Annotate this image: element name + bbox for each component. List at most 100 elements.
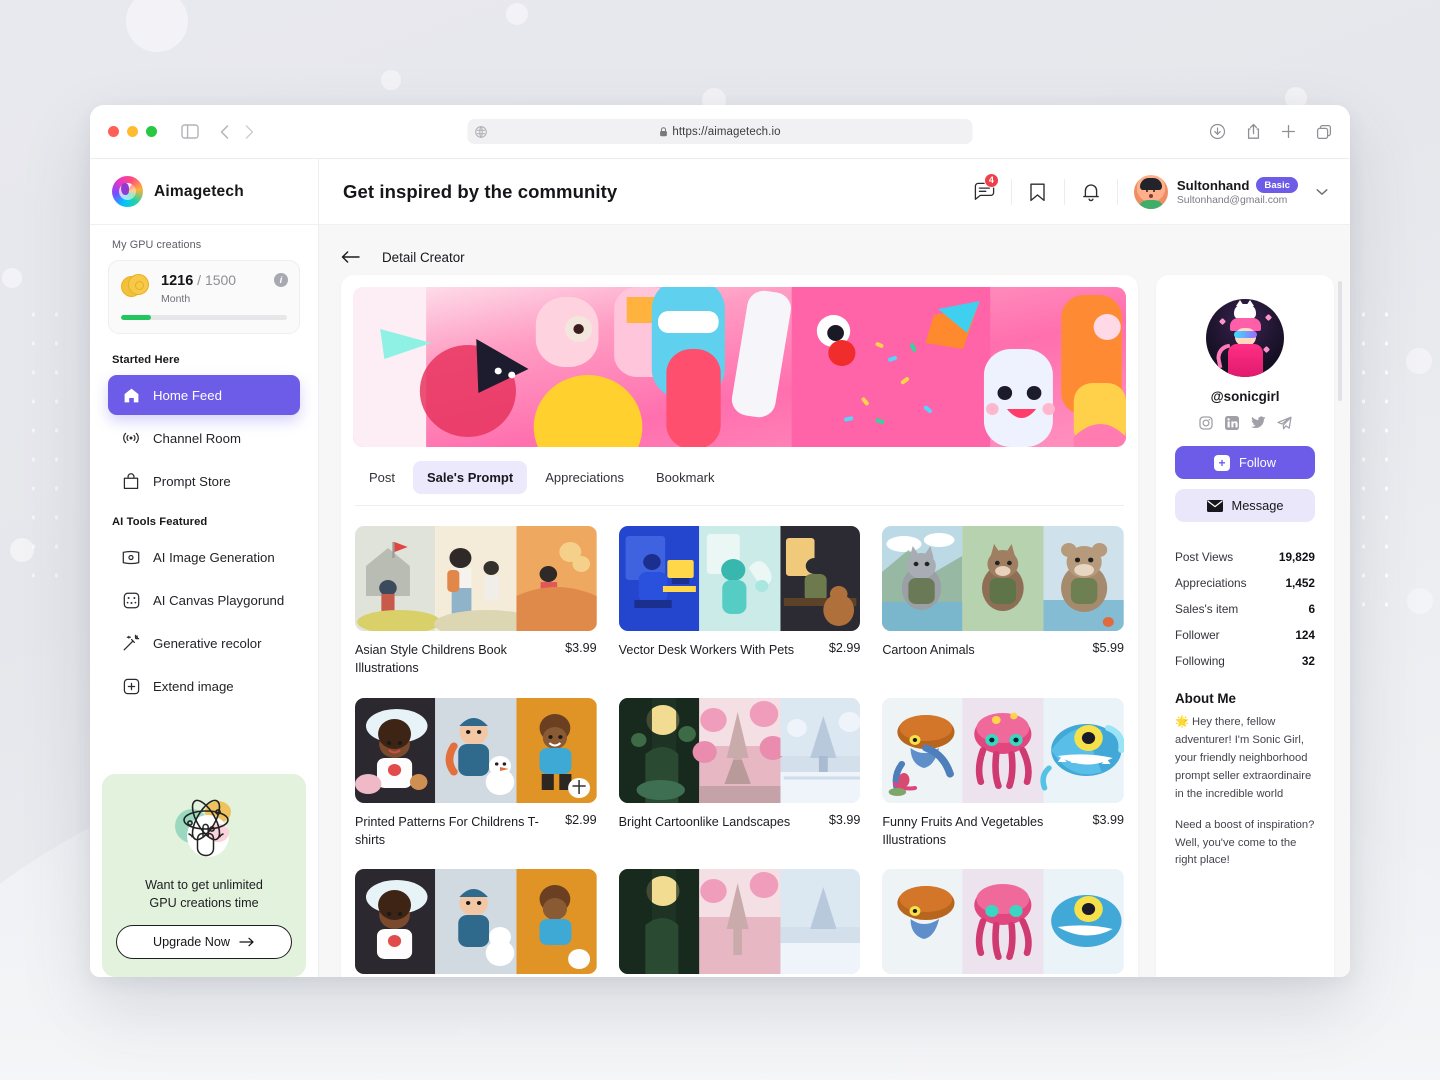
detail-board: Post Sale's Prompt Appreciations Bookmar…: [341, 275, 1342, 977]
back-button[interactable]: [341, 250, 360, 264]
tab-sales-prompt[interactable]: Sale's Prompt: [413, 461, 528, 494]
about-paragraph: 🌟 Hey there, fellow adventurer! I'm Soni…: [1175, 716, 1312, 800]
sidebar-item-extend-image[interactable]: Extend image: [108, 666, 300, 706]
brand-name: Aimagetech: [154, 182, 244, 200]
gpu-total-value: 1500: [204, 272, 237, 288]
product-card[interactable]: Asian Style Childrens Book Illustrations…: [355, 526, 597, 678]
stat-value: 32: [1301, 654, 1315, 668]
maximize-window-button[interactable]: [146, 126, 157, 137]
window-traffic-lights[interactable]: [108, 126, 157, 137]
sidebar-item-label: Generative recolor: [153, 635, 262, 651]
product-card[interactable]: [882, 869, 1124, 977]
product-thumbnail: [882, 869, 1124, 974]
product-price: $2.99: [565, 812, 597, 827]
product-card[interactable]: [355, 869, 597, 977]
tab-post[interactable]: Post: [355, 461, 409, 494]
tabs-icon[interactable]: [1316, 124, 1332, 140]
upgrade-promo-card: Want to get unlimited GPU creations time…: [102, 773, 306, 977]
sidebar-item-ai-image-generation[interactable]: AI Image Generation: [108, 537, 300, 577]
forward-icon[interactable]: [244, 124, 255, 140]
sidebar-toggle-icon[interactable]: [181, 124, 199, 139]
telegram-icon[interactable]: [1276, 415, 1292, 430]
bg-blob: [903, 1046, 933, 1076]
content-scrollbar[interactable]: [1338, 281, 1342, 977]
info-icon[interactable]: i: [274, 273, 288, 287]
user-menu[interactable]: Sultonhand Basic Sultonhand@gmail.com: [1133, 174, 1328, 209]
top-bar: Get inspired by the community 4 Sultonha…: [319, 159, 1350, 225]
product-card[interactable]: Funny Fruits And Vegetables Illustration…: [882, 697, 1124, 850]
product-title: Bright Cartoonlike Landscapes: [618, 814, 791, 829]
product-card[interactable]: Bright Cartoonlike Landscapes $3.99: [618, 697, 861, 850]
messages-icon[interactable]: 4: [963, 172, 1007, 207]
bg-blob: [2, 268, 22, 288]
gpu-usage: 1216 / 1500: [161, 272, 237, 289]
twitter-icon[interactable]: [1250, 415, 1266, 430]
minimize-window-button[interactable]: [127, 126, 138, 137]
sidebar-item-label: AI Image Generation: [153, 549, 275, 565]
tab-appreciations[interactable]: Appreciations: [531, 461, 638, 494]
close-window-button[interactable]: [108, 126, 119, 137]
product-thumbnail: [882, 697, 1124, 803]
stat-value: 19,829: [1278, 550, 1315, 564]
bookmark-icon[interactable]: [1016, 177, 1060, 207]
sidebar-item-generative-recolor[interactable]: Generative recolor: [108, 623, 300, 663]
address-bar[interactable]: https://aimagetech.io: [467, 119, 973, 144]
product-card[interactable]: Printed Patterns For Childrens T-shirts …: [355, 697, 597, 850]
product-card[interactable]: Cartoon Animals $5.99: [882, 526, 1124, 678]
about-paragraph: Need a boost of inspiration? Well, you'v…: [1175, 818, 1315, 867]
gpu-used-value: 1216: [161, 273, 194, 289]
promo-line-2: GPU creations time: [149, 895, 259, 910]
plus-icon: +: [1214, 454, 1230, 471]
tab-bookmark[interactable]: Bookmark: [642, 461, 729, 494]
product-thumbnail: [355, 697, 597, 803]
product-price: $3.99: [828, 812, 861, 827]
brand-header[interactable]: Aimagetech: [90, 159, 318, 225]
linkedin-icon[interactable]: [1225, 415, 1240, 430]
sidebar-item-prompt-store[interactable]: Prompt Store: [108, 461, 300, 501]
started-here-label: Started Here: [112, 354, 180, 366]
content-region: Detail Creator Post Sale's Prompt Apprec…: [319, 225, 1350, 977]
sidebar-item-home-feed[interactable]: Home Feed: [108, 375, 300, 415]
product-grid: Asian Style Childrens Book Illustrations…: [353, 506, 1126, 977]
sidebar-item-ai-canvas-playground[interactable]: AI Canvas Playgorund: [108, 580, 300, 620]
stat-row: Following 32: [1175, 648, 1315, 674]
divider: [1063, 178, 1065, 205]
stat-label: Follower: [1175, 628, 1220, 642]
share-icon[interactable]: [1246, 123, 1261, 140]
plan-badge: Basic: [1256, 177, 1298, 193]
bg-blob: [1406, 348, 1432, 374]
sidebar-item-channel-room[interactable]: Channel Room: [108, 418, 300, 458]
upgrade-now-button[interactable]: Upgrade Now: [116, 925, 292, 959]
hero-banner: [353, 287, 1126, 447]
product-title: Printed Patterns For Childrens T-shirts: [355, 814, 539, 847]
tab-list: Post Sale's Prompt Appreciations Bookmar…: [353, 447, 1126, 494]
scrollbar-thumb[interactable]: [1338, 281, 1342, 401]
stat-label: Appreciations: [1175, 576, 1247, 590]
divider: [1010, 178, 1012, 205]
bg-dot-pattern: [22, 300, 68, 600]
product-thumbnail: [355, 869, 597, 974]
canvas-dots-icon: [122, 591, 140, 609]
stat-label: Sales's item: [1175, 602, 1239, 616]
product-title: Cartoon Animals: [882, 643, 975, 657]
chevron-down-icon[interactable]: [1316, 188, 1328, 196]
instagram-icon[interactable]: [1199, 415, 1214, 430]
new-tab-icon[interactable]: [1281, 124, 1296, 139]
shield-icon[interactable]: [475, 125, 488, 138]
address-bar-wrapper[interactable]: https://aimagetech.io: [467, 119, 973, 144]
envelope-icon: [1206, 499, 1223, 512]
upgrade-now-label: Upgrade Now: [152, 935, 230, 949]
follow-button[interactable]: + Follow: [1175, 446, 1315, 479]
shopping-bag-icon: [122, 472, 140, 490]
page-title: Get inspired by the community: [343, 180, 618, 202]
back-icon[interactable]: [219, 124, 230, 140]
creator-panel: Post Sale's Prompt Appreciations Bookmar…: [341, 275, 1138, 977]
gpu-section-label: My GPU creations: [112, 239, 202, 251]
product-card[interactable]: Vector Desk Workers With Pets $2.99: [618, 526, 861, 678]
download-icon[interactable]: [1209, 123, 1226, 140]
message-button[interactable]: Message: [1175, 489, 1315, 522]
bell-icon[interactable]: [1069, 177, 1113, 207]
product-card[interactable]: [618, 869, 861, 977]
creator-stats: Post Views 19,829 Appreciations 1,452 Sa…: [1175, 544, 1315, 674]
bg-blob: [506, 3, 528, 25]
